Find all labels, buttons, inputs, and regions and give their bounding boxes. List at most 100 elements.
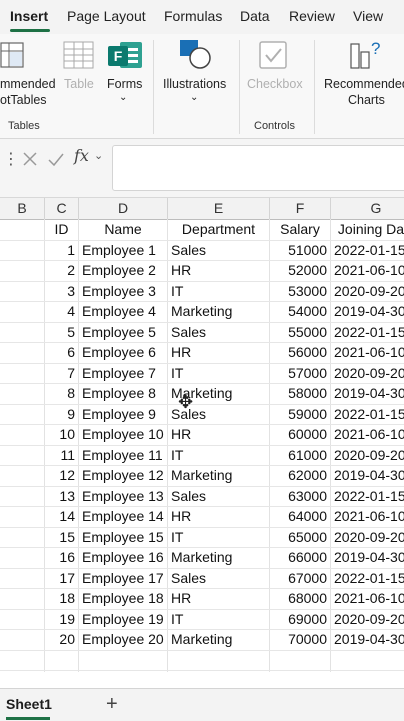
cell-name[interactable]: Employee 4 <box>82 301 167 322</box>
cell-department[interactable]: Sales <box>171 322 269 343</box>
cell-department[interactable]: HR <box>171 342 269 363</box>
cell-salary[interactable]: 67000 <box>270 568 327 589</box>
cell-id[interactable]: 14 <box>45 506 75 527</box>
cell-salary[interactable]: 58000 <box>270 383 327 404</box>
tab-page-layout[interactable]: Page Layout <box>67 8 146 24</box>
cell-joining-date[interactable]: 2022-01-15 <box>334 240 404 261</box>
cancel-icon[interactable] <box>22 151 38 167</box>
cell-name[interactable]: Employee 13 <box>82 486 167 507</box>
cell-department[interactable]: Marketing <box>171 629 269 650</box>
cell-salary[interactable]: 63000 <box>270 486 327 507</box>
cell-department[interactable]: IT <box>171 527 269 548</box>
cell-salary[interactable]: 53000 <box>270 281 327 302</box>
cell-id[interactable]: 7 <box>45 363 75 384</box>
cell-id[interactable]: 4 <box>45 301 75 322</box>
cell-name[interactable]: Employee 20 <box>82 629 167 650</box>
formula-input[interactable] <box>112 145 404 191</box>
cell-id[interactable]: 13 <box>45 486 75 507</box>
tab-review[interactable]: Review <box>289 8 335 24</box>
cell-salary[interactable]: 62000 <box>270 465 327 486</box>
cell-id[interactable]: 16 <box>45 547 75 568</box>
header-department[interactable]: Department <box>168 219 269 240</box>
cell-salary[interactable]: 59000 <box>270 404 327 425</box>
cell-salary[interactable]: 66000 <box>270 547 327 568</box>
header-salary[interactable]: Salary <box>270 219 330 240</box>
cell-id[interactable]: 8 <box>45 383 75 404</box>
cell-name[interactable]: Employee 1 <box>82 240 167 261</box>
cell-salary[interactable]: 70000 <box>270 629 327 650</box>
cell-department[interactable]: IT <box>171 363 269 384</box>
cell-name[interactable]: Employee 10 <box>82 424 167 445</box>
cell-department[interactable]: IT <box>171 445 269 466</box>
cell-salary[interactable]: 52000 <box>270 260 327 281</box>
column-header-d[interactable]: D <box>79 198 168 220</box>
cell-id[interactable]: 6 <box>45 342 75 363</box>
cell-name[interactable]: Employee 11 <box>82 445 167 466</box>
cell-salary[interactable]: 54000 <box>270 301 327 322</box>
cell-name[interactable]: Employee 19 <box>82 609 167 630</box>
cell-joining-date[interactable]: 2020-09-20 <box>334 445 404 466</box>
chevron-down-icon[interactable]: ⌄ <box>94 149 103 162</box>
cell-joining-date[interactable]: 2020-09-20 <box>334 527 404 548</box>
cell-joining-date[interactable]: 2019-04-30 <box>334 465 404 486</box>
column-header-g[interactable]: G <box>331 198 404 220</box>
cell-id[interactable]: 5 <box>45 322 75 343</box>
cell-department[interactable]: Marketing <box>171 465 269 486</box>
tab-insert[interactable]: Insert <box>10 8 48 24</box>
cell-id[interactable]: 17 <box>45 568 75 589</box>
cell-joining-date[interactable]: 2021-06-10 <box>334 260 404 281</box>
cell-department[interactable]: Sales <box>171 240 269 261</box>
cell-name[interactable]: Employee 9 <box>82 404 167 425</box>
column-header-f[interactable]: F <box>270 198 331 220</box>
cell-name[interactable]: Employee 5 <box>82 322 167 343</box>
cell-joining-date[interactable]: 2020-09-20 <box>334 363 404 384</box>
cell-name[interactable]: Employee 2 <box>82 260 167 281</box>
cell-id[interactable]: 12 <box>45 465 75 486</box>
cell-salary[interactable]: 65000 <box>270 527 327 548</box>
cell-joining-date[interactable]: 2019-04-30 <box>334 383 404 404</box>
cell-department[interactable]: HR <box>171 424 269 445</box>
cell-id[interactable]: 3 <box>45 281 75 302</box>
cell-joining-date[interactable]: 2021-06-10 <box>334 506 404 527</box>
cell-joining-date[interactable]: 2022-01-15 <box>334 568 404 589</box>
tab-formulas[interactable]: Formulas <box>164 8 222 24</box>
cell-name[interactable]: Employee 12 <box>82 465 167 486</box>
cell-id[interactable]: 15 <box>45 527 75 548</box>
sheet-tab-sheet1[interactable]: Sheet1 <box>6 696 52 712</box>
cell-joining-date[interactable]: 2019-04-30 <box>334 547 404 568</box>
cell-salary[interactable]: 68000 <box>270 588 327 609</box>
cell-name[interactable]: Employee 15 <box>82 527 167 548</box>
cell-id[interactable]: 11 <box>45 445 75 466</box>
cell-id[interactable]: 19 <box>45 609 75 630</box>
cell-joining-date[interactable]: 2020-09-20 <box>334 281 404 302</box>
cell-salary[interactable]: 57000 <box>270 363 327 384</box>
cell-joining-date[interactable]: 2022-01-15 <box>334 404 404 425</box>
cell-name[interactable]: Employee 17 <box>82 568 167 589</box>
cell-salary[interactable]: 51000 <box>270 240 327 261</box>
cell-joining-date[interactable]: 2022-01-15 <box>334 486 404 507</box>
tab-data[interactable]: Data <box>240 8 270 24</box>
cell-joining-date[interactable]: 2022-01-15 <box>334 322 404 343</box>
cell-joining-date[interactable]: 2020-09-20 <box>334 609 404 630</box>
add-sheet-button[interactable]: + <box>106 693 118 716</box>
cell-joining-date[interactable]: 2021-06-10 <box>334 588 404 609</box>
cell-name[interactable]: Employee 7 <box>82 363 167 384</box>
cell-department[interactable]: Sales <box>171 486 269 507</box>
cell-department[interactable]: Marketing <box>171 301 269 322</box>
cell-salary[interactable]: 55000 <box>270 322 327 343</box>
column-header-c[interactable]: C <box>45 198 79 220</box>
cell-id[interactable]: 20 <box>45 629 75 650</box>
header-name[interactable]: Name <box>79 219 167 240</box>
cell-id[interactable]: 9 <box>45 404 75 425</box>
cell-salary[interactable]: 61000 <box>270 445 327 466</box>
cell-salary[interactable]: 64000 <box>270 506 327 527</box>
cell-department[interactable]: IT <box>171 281 269 302</box>
cell-id[interactable]: 1 <box>45 240 75 261</box>
insert-function-icon[interactable]: fx <box>74 146 89 165</box>
cell-department[interactable]: IT <box>171 609 269 630</box>
cell-department[interactable]: HR <box>171 260 269 281</box>
more-options-icon[interactable]: ⋮ <box>3 149 19 169</box>
cell-name[interactable]: Employee 3 <box>82 281 167 302</box>
cell-joining-date[interactable]: 2021-06-10 <box>334 342 404 363</box>
cell-department[interactable]: HR <box>171 588 269 609</box>
